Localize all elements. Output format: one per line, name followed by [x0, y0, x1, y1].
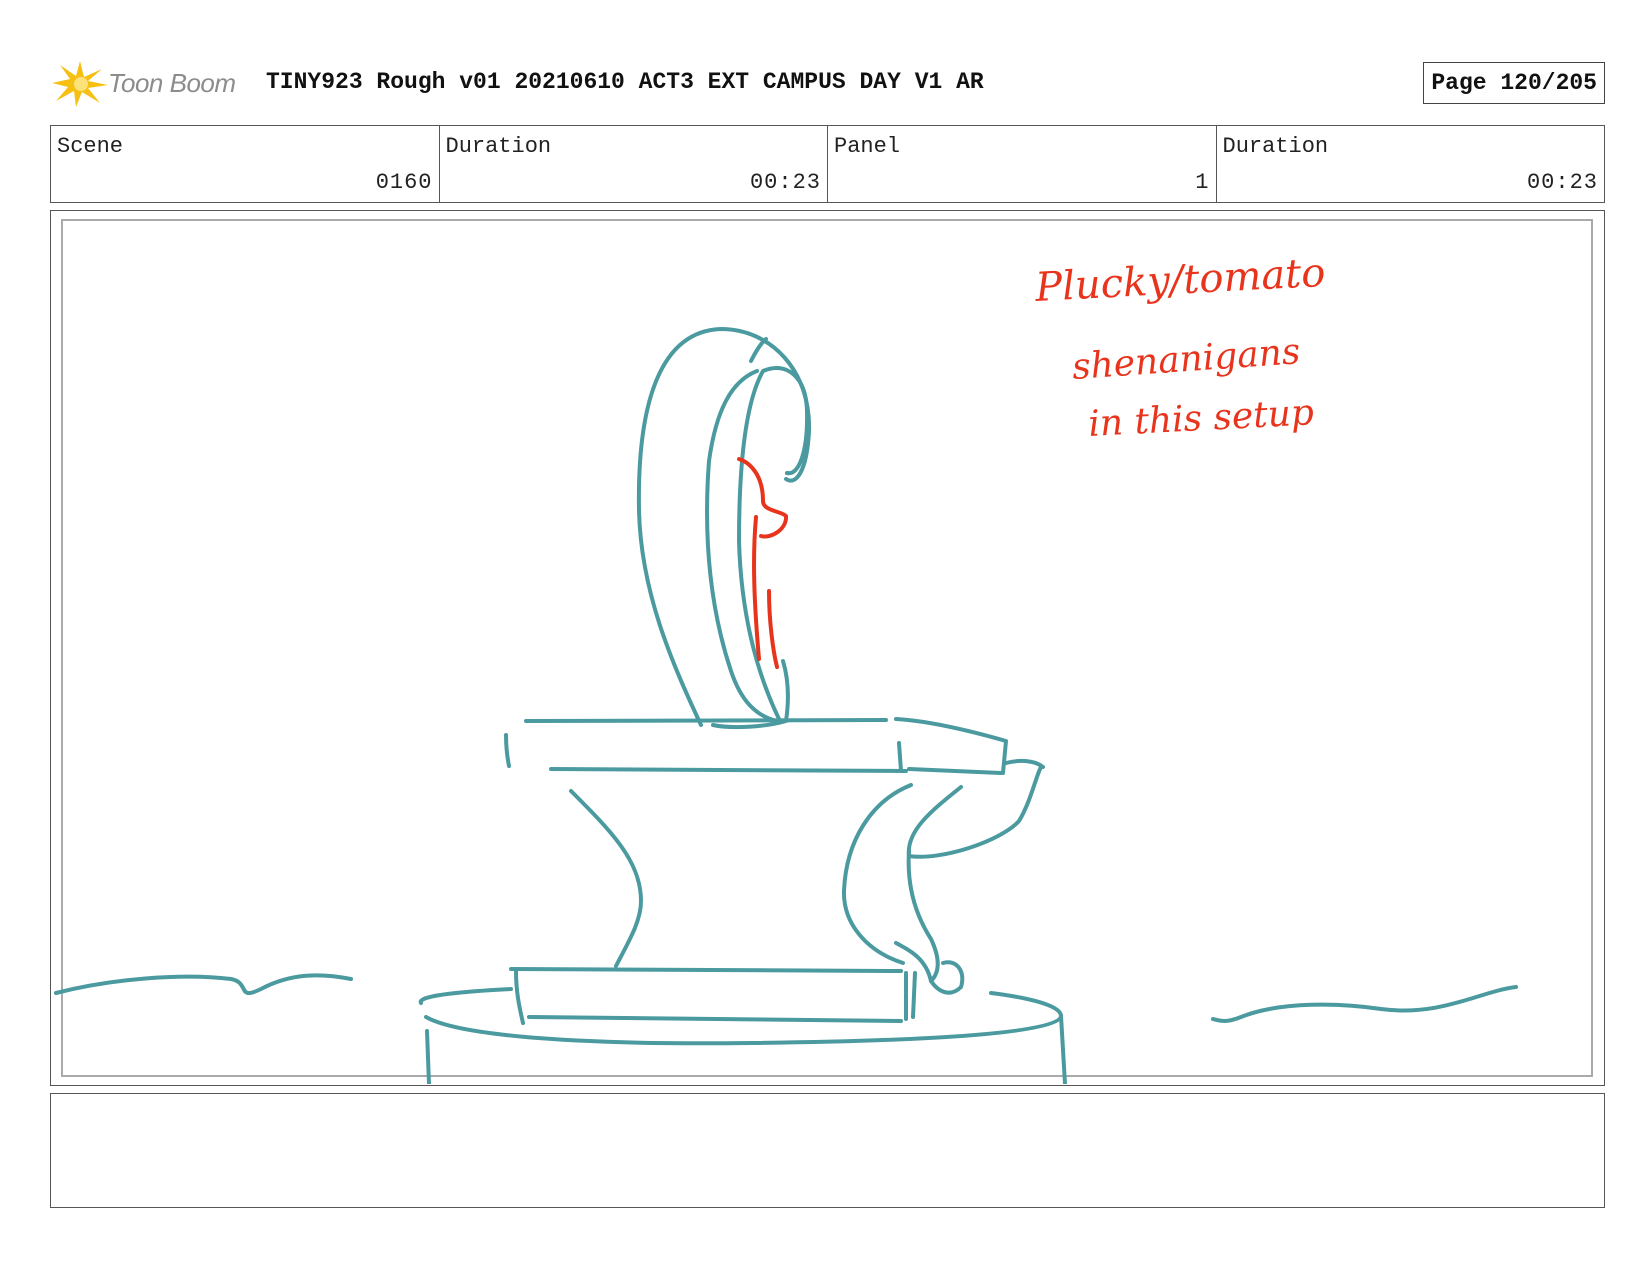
annotation-line-3: in this setup — [1087, 392, 1315, 445]
anvil-waist-right — [841, 783, 913, 965]
toon-boom-logo: Toon Boom — [50, 57, 250, 109]
storyboard-panel: Plucky/tomato shenanigans in this setup — [50, 210, 1605, 1086]
panel-info-table: Scene 0160 Duration 00:23 Panel 1 Durati… — [50, 125, 1605, 203]
logo-text: Toon Boom — [108, 68, 236, 98]
curl-inner — [737, 365, 810, 721]
panel-duration-label: Duration — [1222, 134, 1329, 159]
scene-duration-value: 00:23 — [749, 170, 821, 195]
annotation-line-1: Plucky/tomato — [1033, 250, 1326, 311]
annotation-line-2: shenanigans — [1071, 331, 1302, 388]
base-rim-left — [418, 987, 513, 1005]
tomato-sketch — [737, 457, 788, 669]
panel-cell: Panel 1 — [828, 126, 1217, 202]
anvil-foot-bottom — [527, 1015, 903, 1023]
anvil-step — [897, 741, 903, 773]
page-header: Toon Boom TINY923 Rough v01 20210610 ACT… — [50, 55, 1605, 110]
anvil-foot-left — [514, 969, 525, 1025]
document-title: TINY923 Rough v01 20210610 ACT3 EXT CAMP… — [266, 69, 984, 95]
panel-sketch: Plucky/tomato shenanigans in this setup — [54, 250, 1518, 1084]
anvil-top-back — [524, 718, 888, 723]
anvil-horn-under — [906, 765, 1043, 859]
anvil-top-front — [549, 767, 908, 773]
ground-line-left — [54, 973, 353, 996]
anvil-heel-top — [894, 717, 1008, 775]
tomato-stem-b — [767, 589, 779, 669]
panel-label: Panel — [834, 134, 901, 159]
panel-value: 1 — [1195, 170, 1210, 195]
panel-duration-cell: Duration 00:23 — [1217, 126, 1605, 202]
scene-value: 0160 — [375, 170, 433, 195]
ground-line-right — [1211, 985, 1518, 1023]
scene-label: Scene — [57, 134, 124, 159]
base-side-right — [1059, 1014, 1067, 1084]
panel-notes[interactable] — [50, 1093, 1605, 1208]
curl-inner-edge — [705, 369, 779, 723]
anvil-horn-tip — [1004, 758, 1045, 769]
anvil-foot-top — [509, 967, 903, 973]
base-side-left — [425, 1029, 431, 1084]
curl-tip — [749, 337, 768, 363]
anvil-sketch — [54, 327, 1518, 1084]
tomato-outline — [737, 457, 788, 539]
scene-duration-cell: Duration 00:23 — [440, 126, 828, 202]
anvil-foot-right — [904, 971, 917, 1021]
starburst-icon — [52, 61, 108, 107]
annotation: Plucky/tomato shenanigans in this setup — [1033, 250, 1326, 445]
scene-cell: Scene 0160 — [51, 126, 440, 202]
scene-duration-label: Duration — [445, 134, 552, 159]
page-number: Page 120/205 — [1423, 62, 1605, 104]
anvil-heel-bottom — [907, 767, 1003, 775]
tomato-stem-a — [752, 515, 761, 661]
panel-duration-value: 00:23 — [1526, 170, 1598, 195]
anvil-waist-left — [569, 789, 643, 968]
anvil-top-left — [504, 733, 511, 768]
